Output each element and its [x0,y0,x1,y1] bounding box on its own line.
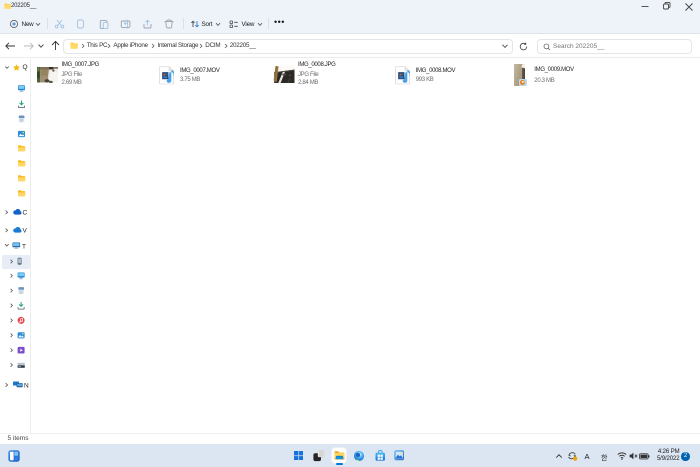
svg-text:N: N [24,383,29,390]
svg-text:Q: Q [23,64,28,71]
svg-text:T: T [22,244,26,251]
svg-text:C: C [23,210,28,217]
svg-text:V: V [23,228,28,235]
